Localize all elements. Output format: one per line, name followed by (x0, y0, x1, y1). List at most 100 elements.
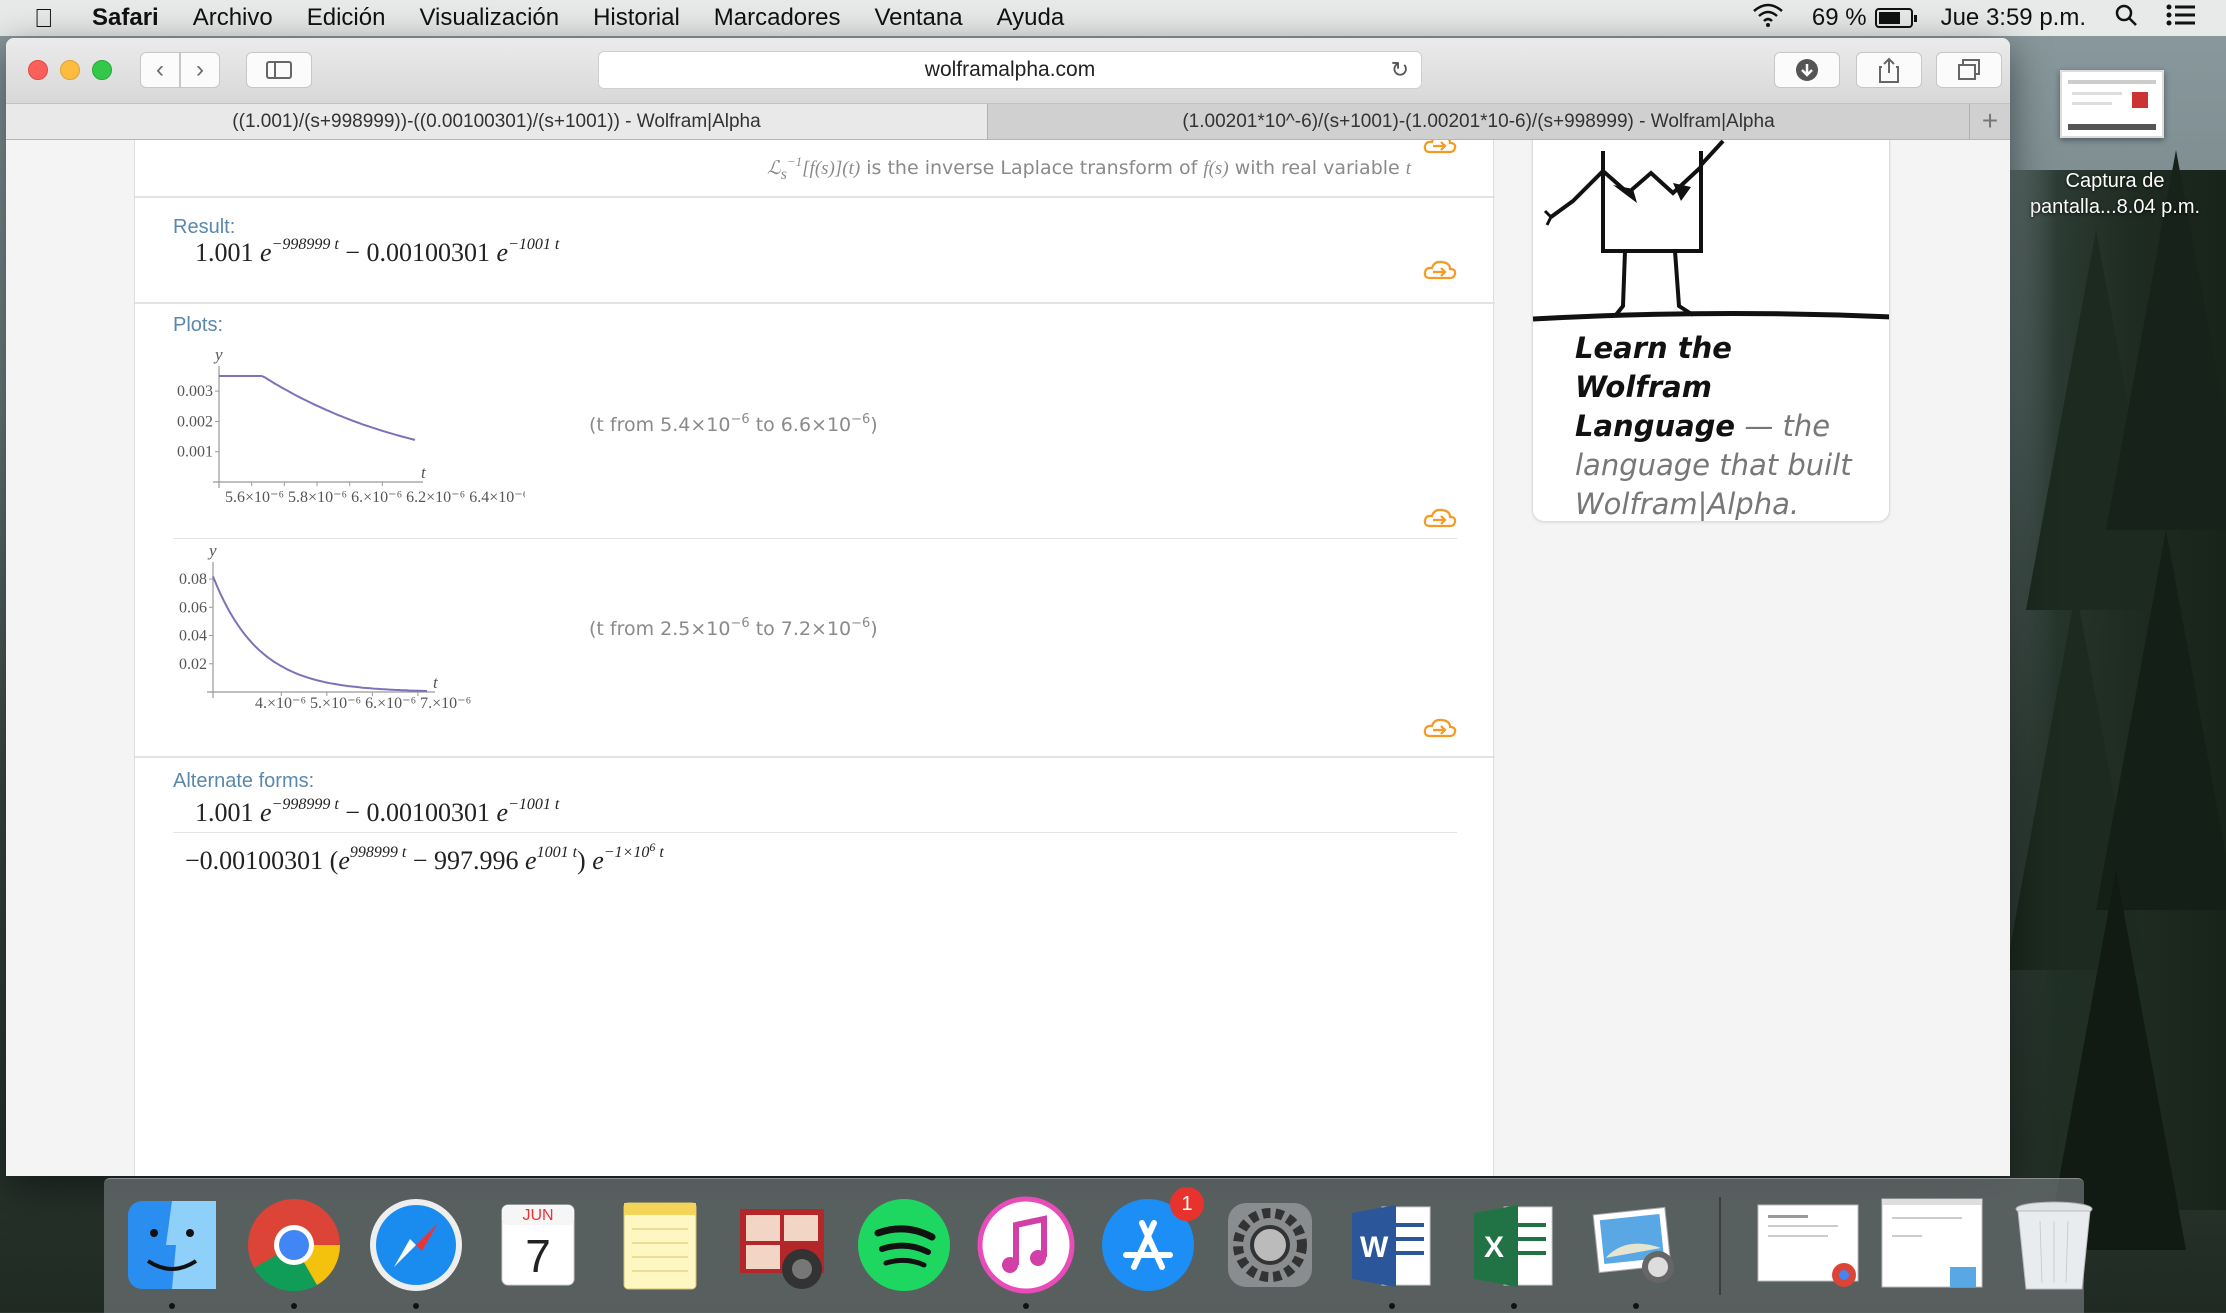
plot-2-range-mid: to 7.2×10 (749, 618, 852, 640)
word-icon: W (1352, 1205, 1431, 1287)
dock-preview[interactable] (1586, 1195, 1686, 1309)
gear-icon (1228, 1203, 1312, 1287)
menu-historial[interactable]: Historial (593, 4, 680, 32)
sidebar-toggle-button[interactable] (246, 52, 312, 88)
preview-icon (1592, 1206, 1674, 1283)
menu-ayuda[interactable]: Ayuda (997, 4, 1065, 32)
alternate-form-1[interactable]: 1.001 e−998999 t − 0.00100301 e−1001 t (195, 796, 559, 828)
alternate-form-2[interactable]: −0.00100301 (e998999 t − 997.996 e1001 t… (185, 840, 664, 876)
spotlight-search-icon[interactable] (2114, 3, 2138, 34)
dock-photo-booth[interactable] (732, 1195, 832, 1295)
dock-spotify[interactable] (854, 1195, 954, 1295)
battery-status[interactable]: 69 % (1811, 4, 1917, 32)
tab-result-1[interactable]: ((1.001)/(s+998999))-((0.00100301)/(s+10… (6, 104, 988, 139)
wolfram-language-promo[interactable]: Learn the Wolfram Language — the languag… (1532, 140, 1890, 522)
document-thumbnail-icon (1881, 1198, 1983, 1288)
desktop-forest (1986, 150, 2226, 1250)
stick-figure-illustration (1533, 140, 1889, 322)
promo-line-2a: Language (1575, 409, 1736, 443)
tab-result-2[interactable]: (1.00201*10^-6)/(s+1001)-(1.00201*10-6)/… (988, 104, 1970, 139)
dock-excel[interactable]: X (1464, 1195, 1564, 1309)
plot-2-range-exp1: −6 (730, 616, 750, 631)
downloads-button[interactable] (1774, 52, 1840, 88)
menu-visualizacion[interactable]: Visualización (419, 4, 559, 32)
plots-pod-title: Plots: (173, 314, 224, 336)
menu-archivo[interactable]: Archivo (193, 4, 273, 32)
dock-divider (1719, 1197, 1721, 1295)
dock-itunes[interactable] (976, 1195, 1076, 1309)
y-tick-label: 0.06 (179, 599, 207, 616)
plot-1-range-exp2: −6 (851, 412, 871, 427)
screenshot-file-thumbnail[interactable] (2060, 70, 2164, 138)
result-coef2: 0.00100301 (366, 238, 490, 267)
forward-button[interactable]: › (180, 52, 220, 88)
cloud-save-icon[interactable] (1423, 716, 1457, 738)
menu-edicion[interactable]: Edición (307, 4, 386, 32)
plot-1-range: (t from 5.4×10−6 to 6.6×10−6) (589, 412, 878, 436)
y-tick-label: 0.002 (177, 413, 213, 430)
apple-icon[interactable]:  (34, 3, 66, 34)
menu-app-safari[interactable]: Safari (92, 4, 159, 32)
dock-safari[interactable] (366, 1195, 466, 1309)
plot-2-range: (t from 2.5×10−6 to 7.2×10−6) (589, 616, 878, 640)
dock-recent-document-2[interactable] (1878, 1195, 1988, 1295)
close-window-button[interactable] (28, 60, 48, 80)
plot-2[interactable]: y t 0.02 0.04 0.06 0.08 4.×10⁻⁶ 5.×10⁻⁶ 6.×10… (165, 544, 525, 714)
minimize-window-button[interactable] (60, 60, 80, 80)
pod-divider (135, 196, 1495, 198)
series-line (219, 375, 416, 441)
wolfram-results-panel: ℒs−1[f(s)](t) is the inverse Laplace tra… (134, 140, 1495, 1176)
series-line (212, 576, 428, 692)
cloud-save-icon[interactable] (1423, 258, 1457, 280)
share-button[interactable] (1856, 52, 1922, 88)
result-exp1: −998999 t (271, 236, 339, 253)
clock[interactable]: Jue 3:59 p.m. (1941, 4, 2086, 32)
wifi-icon[interactable] (1752, 3, 1784, 34)
dock-chrome[interactable] (244, 1195, 344, 1309)
promo-text: Learn the Wolfram Language — the languag… (1575, 329, 1865, 521)
dock-system-preferences[interactable] (1220, 1195, 1320, 1295)
running-indicator (1023, 1303, 1029, 1309)
running-indicator (1633, 1303, 1639, 1309)
plot-divider (173, 538, 1457, 539)
battery-percent: 69 % (1811, 4, 1867, 31)
svg-text:X: X (1484, 1231, 1504, 1264)
cloud-save-icon[interactable] (1423, 506, 1457, 528)
laplace-note-tail: with real variable (1234, 157, 1400, 179)
plot-2-range-prefix: (t from 2.5×10 (589, 618, 731, 640)
alternate-forms-pod-title: Alternate forms: (173, 770, 315, 792)
screenshot-file-label: Captura de pantalla...8.04 p.m. (2029, 170, 2201, 218)
result-expression[interactable]: 1.001 e−998999 t − 0.00100301 e−1001 t (195, 236, 559, 268)
dock-notes[interactable] (610, 1195, 710, 1295)
menu-marcadores[interactable]: Marcadores (714, 4, 841, 32)
address-bar-url: wolframalpha.com (924, 58, 1096, 81)
zoom-window-button[interactable] (92, 60, 112, 80)
trash-icon (2015, 1201, 2093, 1290)
tabs-overview-button[interactable] (1936, 52, 2002, 88)
dock-recent-document-1[interactable] (1754, 1195, 1864, 1295)
document-thumbnail-icon (1757, 1204, 1859, 1287)
dock-word[interactable]: W (1342, 1195, 1442, 1309)
alt1-minus: − (338, 798, 367, 827)
cloud-save-icon[interactable] (1423, 140, 1457, 154)
dock-finder[interactable] (122, 1195, 222, 1309)
tab-bar: ((1.001)/(s+998999))-((0.00100301)/(s+10… (6, 104, 2010, 140)
dock-calendar[interactable]: JUN 7 (488, 1195, 588, 1295)
new-tab-button[interactable]: + (1970, 104, 2010, 139)
dock-app-store[interactable]: 1 (1098, 1187, 1204, 1295)
back-button[interactable]: ‹ (140, 52, 180, 88)
menu-ventana[interactable]: Ventana (875, 4, 963, 32)
promo-line-3: language that built (1575, 448, 1852, 482)
reload-icon[interactable]: ↻ (1391, 52, 1409, 88)
address-bar[interactable]: wolframalpha.com ↻ (598, 51, 1422, 89)
chevron-left-icon: ‹ (156, 56, 164, 83)
plot-1[interactable]: y t 0.001 0.002 0.003 5.6×10⁻⁶ 5.8×10⁻⁶ 6.×1… (165, 340, 525, 510)
dock-trash[interactable] (2004, 1195, 2104, 1295)
notification-center-icon[interactable] (2166, 4, 2196, 33)
plot-1-range-prefix: (t from 5.4×10 (589, 414, 731, 436)
plot-1-range-exp1: −6 (730, 412, 750, 427)
alt2-exp-b: 1001 t (536, 844, 578, 861)
dock: JUN 7 1 W X (104, 1178, 2093, 1313)
x-axis-label: t (433, 673, 439, 692)
battery-level-fill (1878, 12, 1900, 24)
